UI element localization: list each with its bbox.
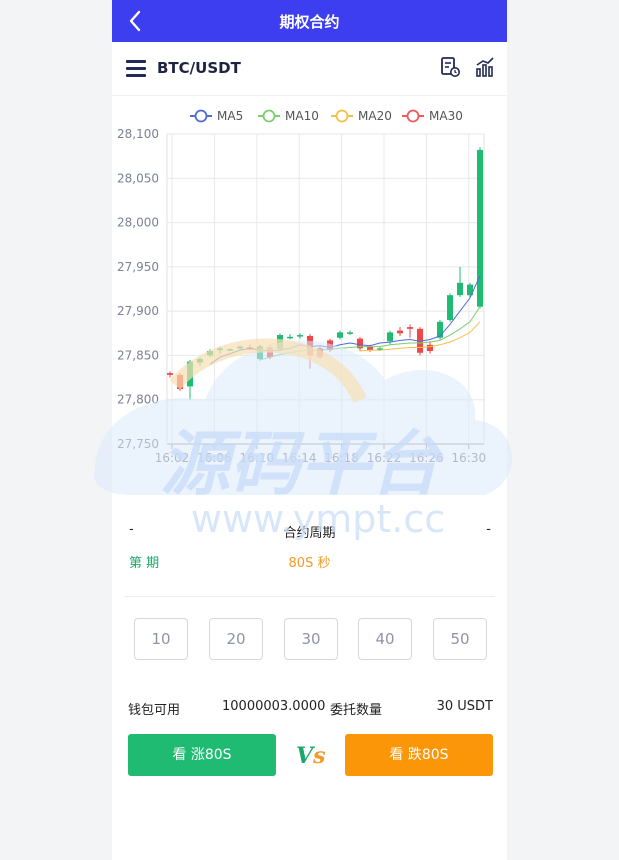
candle-body bbox=[237, 346, 243, 349]
trading-pair-label[interactable]: BTC/USDT bbox=[157, 59, 241, 77]
candle-body bbox=[167, 373, 173, 375]
order-record-icon[interactable] bbox=[439, 56, 461, 78]
period-info-row: 第 期 80S 秒 bbox=[112, 550, 507, 572]
legend-label-ma30: MA30 bbox=[429, 109, 463, 123]
candle-body bbox=[387, 332, 393, 342]
candle-body bbox=[277, 335, 283, 350]
candle-body bbox=[257, 346, 263, 359]
quantity-option-20[interactable]: 20 bbox=[209, 618, 263, 660]
entrust-value: 30 USDT bbox=[436, 699, 493, 714]
candle-body bbox=[337, 332, 343, 338]
kline-chart[interactable]: MA5 MA10 MA20 MA30 28,100 28,050 28,000 27,950 2… bbox=[112, 98, 507, 478]
candle-body bbox=[367, 346, 373, 351]
candle-body bbox=[197, 358, 203, 363]
x-tick-label: 16:14 bbox=[282, 451, 317, 465]
legend-label-ma20: MA20 bbox=[358, 109, 392, 123]
contract-period-label: 合约周期 bbox=[283, 526, 336, 541]
pair-header: BTC/USDT bbox=[112, 42, 507, 96]
y-tick-label: 27,800 bbox=[117, 393, 159, 407]
quantity-option-50[interactable]: 50 bbox=[433, 618, 487, 660]
y-tick-label: 27,850 bbox=[117, 348, 159, 362]
candle-body bbox=[307, 335, 313, 356]
candle-body bbox=[187, 361, 193, 387]
legend-label-ma10: MA10 bbox=[285, 109, 319, 123]
app-screen: 期权合约 BTC/USDT MA5 MA10 MA20 MA30 28,100 28,05… bbox=[112, 0, 507, 860]
wallet-value: 10000003.0000 bbox=[222, 699, 326, 714]
vs-logo: Vs bbox=[296, 743, 326, 769]
quantity-option-30[interactable]: 30 bbox=[284, 618, 338, 660]
legend-label-ma5: MA5 bbox=[217, 109, 243, 123]
period-right: - bbox=[486, 522, 491, 537]
divider bbox=[124, 596, 495, 597]
quantity-options: 10 20 30 40 50 bbox=[112, 618, 507, 662]
buy-up-button[interactable]: 看 涨80S bbox=[128, 734, 276, 776]
x-tick-label: 16:22 bbox=[367, 451, 402, 465]
period-seconds: 80S 秒 bbox=[288, 556, 331, 571]
x-tick-label: 16:30 bbox=[452, 451, 487, 465]
candle-body bbox=[267, 347, 273, 358]
y-tick-label: 27,950 bbox=[117, 260, 159, 274]
candle-body bbox=[207, 351, 213, 356]
legend-marker-ma20 bbox=[335, 109, 349, 123]
legend-marker-ma5 bbox=[194, 109, 208, 123]
candle-body bbox=[477, 149, 483, 307]
y-tick-label: 28,100 bbox=[117, 127, 159, 141]
legend-marker-ma10 bbox=[262, 109, 276, 123]
candle-body bbox=[457, 282, 463, 296]
quantity-option-10[interactable]: 10 bbox=[134, 618, 188, 660]
x-tick-label: 16:26 bbox=[409, 451, 444, 465]
wallet-label: 钱包可用 bbox=[128, 703, 181, 718]
y-tick-label: 27,750 bbox=[117, 437, 159, 451]
y-tick-label: 28,050 bbox=[117, 171, 159, 185]
x-tick-label: 16:02 bbox=[155, 451, 190, 465]
candle-body bbox=[217, 348, 223, 351]
y-tick-label: 27,900 bbox=[117, 304, 159, 318]
contract-period-row: - 合约周期 - bbox=[112, 520, 507, 544]
legend-marker-ma30 bbox=[406, 109, 420, 123]
candle-body bbox=[177, 374, 183, 390]
buy-down-button[interactable]: 看 跌80S bbox=[345, 734, 493, 776]
quantity-option-40[interactable]: 40 bbox=[358, 618, 412, 660]
trade-buttons: 看 涨80S Vs 看 跌80S bbox=[112, 734, 507, 778]
candle-body bbox=[297, 335, 303, 337]
y-tick-label: 28,000 bbox=[117, 216, 159, 230]
x-tick-label: 16:06 bbox=[197, 451, 232, 465]
candle-body bbox=[347, 332, 353, 334]
wallet-row: 钱包可用 10000003.0000 委托数量 30 USDT bbox=[112, 697, 507, 719]
kline-chart-svg[interactable]: MA5 MA10 MA20 MA30 28,100 28,050 28,000 27,950 2… bbox=[112, 98, 507, 478]
x-tick-label: 16:18 bbox=[324, 451, 359, 465]
candle-body bbox=[287, 336, 293, 339]
candle-body bbox=[407, 327, 413, 329]
candle-body bbox=[447, 295, 453, 320]
candle-body bbox=[397, 330, 403, 334]
top-navigation-bar: 期权合约 bbox=[112, 0, 507, 42]
x-tick-label: 16:10 bbox=[240, 451, 275, 465]
entrust-label: 委托数量 bbox=[330, 703, 383, 718]
chart-indicator-icon[interactable] bbox=[474, 56, 496, 78]
candle-body bbox=[227, 349, 233, 351]
page-title: 期权合约 bbox=[279, 13, 340, 31]
menu-icon[interactable] bbox=[126, 60, 146, 78]
